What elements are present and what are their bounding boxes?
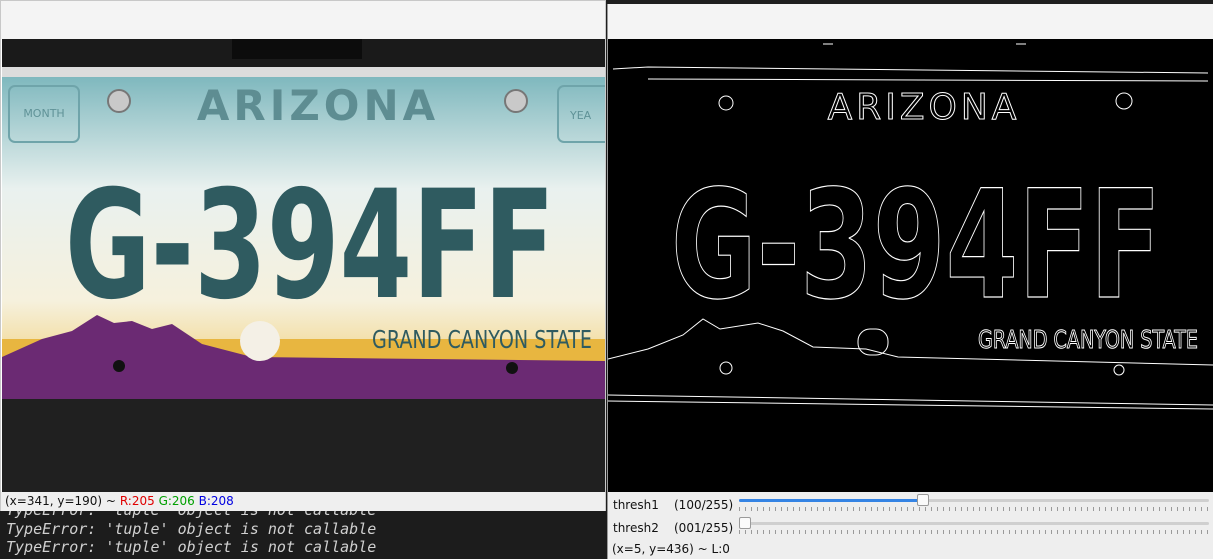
trackbar-thresh1: thresh1 (100/255) — [608, 494, 1213, 516]
plate-photo-canvas: MONTH YEA ARIZONA G-394FF GRAND CANYON S… — [2, 39, 605, 492]
blue-value: B:208 — [198, 494, 234, 508]
screw-left — [107, 89, 131, 113]
edge-image-canvas: ARIZONA G-394FF GRAND CANYON STATE — [608, 39, 1213, 492]
edges-window[interactable]: ARIZONA G-394FF GRAND CANYON STATE thres… — [607, 4, 1213, 559]
window-titlebar[interactable] — [608, 4, 1213, 39]
edge-slogan-text: GRAND CANYON STATE — [978, 325, 1198, 354]
plate-slogan-text: GRAND CANYON STATE — [372, 325, 592, 354]
plate-photo[interactable]: MONTH YEA ARIZONA G-394FF GRAND CANYON S… — [2, 39, 605, 492]
edge-number-text: G-394FF — [671, 159, 1161, 333]
screw-right — [504, 89, 528, 113]
trackbar-ticks — [739, 507, 1209, 511]
trackbar-slider[interactable] — [739, 494, 1209, 506]
edge-status-bar: (x=5, y=436) ~ L:0 — [612, 542, 730, 556]
year-label: YEA — [569, 109, 592, 122]
trackbar-fill — [739, 499, 923, 502]
edge-image[interactable]: ARIZONA G-394FF GRAND CANYON STATE — [608, 39, 1213, 492]
terminal-line: TypeError: 'tuple' object is not callabl… — [6, 520, 377, 538]
trackbar-label: thresh2 — [613, 521, 659, 535]
original-image-window[interactable]: MONTH YEA ARIZONA G-394FF GRAND CANYON S… — [0, 0, 606, 511]
terminal-line: TypeError: 'tuple' object is not callabl… — [6, 538, 377, 556]
trackbar-slider[interactable] — [739, 517, 1209, 529]
edge-state-text: ARIZONA — [828, 87, 1021, 128]
trackbar-handle[interactable] — [739, 517, 751, 529]
cursor-coords: (x=341, y=190) ~ — [5, 494, 116, 508]
plate-state-text: ARIZONA — [197, 81, 439, 130]
green-value: G:206 — [158, 494, 195, 508]
trackbar-thresh2: thresh2 (001/255) — [608, 517, 1213, 539]
window-titlebar[interactable] — [1, 1, 605, 39]
trackbar-label: thresh1 — [613, 498, 659, 512]
trackbar-value: (001/255) — [674, 521, 734, 535]
red-value: R:205 — [119, 494, 155, 508]
trackbar-value: (100/255) — [674, 498, 734, 512]
pixel-info-status: (x=341, y=190) ~ R:205 G:206 B:208 — [1, 492, 605, 511]
month-label: MONTH — [23, 107, 64, 120]
trackbar-handle[interactable] — [917, 494, 929, 506]
plate-number-text: G-394FF — [65, 159, 555, 333]
trackbar-ticks — [739, 530, 1209, 534]
